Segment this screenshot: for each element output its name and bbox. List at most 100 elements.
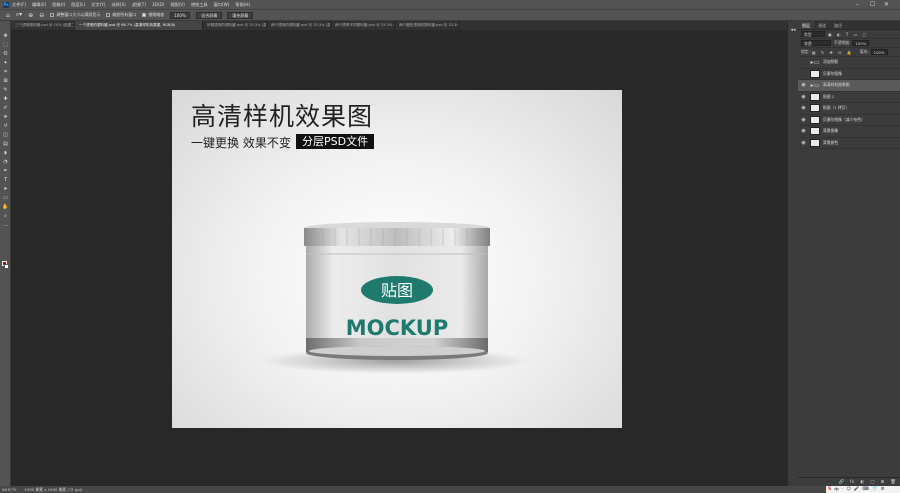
gradient-icon[interactable]: ▤ [0, 139, 11, 148]
ime-logo-icon[interactable]: S [828, 487, 831, 492]
ime-item-icon[interactable]: 👕 [872, 487, 878, 492]
visibility-eye-icon[interactable]: ◉ [800, 140, 807, 146]
rectangle-icon[interactable]: ▭ [0, 193, 11, 202]
layer-row[interactable]: ◉ 贴图 1 [798, 92, 900, 103]
layer-row[interactable]: ◉ 贝塞尔图像（减少杂色） [798, 115, 900, 126]
visibility-eye-icon[interactable]: ◉ [800, 94, 807, 100]
close-button[interactable]: ✕ [884, 0, 889, 9]
blend-mode-select[interactable]: 穿透 [801, 40, 831, 46]
layer-row[interactable]: ◉ 背景颜色 [798, 138, 900, 149]
adjustment-layer-icon[interactable]: ◐ [860, 480, 864, 485]
layer-row[interactable]: ◉ 贴图（1 拷贝） [798, 103, 900, 115]
maximize-button[interactable]: ☐ [870, 0, 875, 9]
opacity-label: 不透明度: [834, 40, 851, 45]
pen-icon[interactable]: ✒ [0, 166, 11, 175]
menu-item[interactable]: 文件(F) [12, 2, 26, 8]
layer-row[interactable]: 贝塞尔图像 [798, 69, 900, 80]
stamp-icon[interactable]: ⎈ [0, 112, 11, 121]
link-layers-icon[interactable]: 🔗 [838, 480, 844, 485]
layer-row[interactable]: ▸▭ 添加阴影 [798, 57, 900, 69]
menu-item[interactable]: 图像(I) [52, 2, 65, 8]
eyedropper-icon[interactable]: ✎ [0, 85, 11, 94]
document-tab[interactable]: 两个圆形透明的塑料罐.psd @ 33.3% (贴图, RGB/8) [395, 21, 459, 30]
zoom-out-icon[interactable]: ⊖ [39, 12, 44, 19]
menu-item[interactable]: 帮助(H) [235, 2, 250, 8]
hand-icon[interactable]: ✋ [0, 202, 11, 211]
zoom-icon[interactable]: ⌕ [0, 211, 11, 220]
brush-icon[interactable]: ✐ [0, 103, 11, 112]
visibility-eye-icon[interactable]: ◉ [800, 117, 807, 123]
document-canvas[interactable]: 高清样机效果图 一键更换 效果不变 分层PSD文件 贴图 MOCKUP [172, 90, 622, 428]
layer-row[interactable]: ◉ ▸▭ 高清样机效果图 [798, 80, 900, 92]
menu-item[interactable]: 图层(L) [71, 2, 85, 8]
menu-item[interactable]: 窗口(W) [214, 2, 230, 8]
frame-icon[interactable]: ⊠ [0, 76, 11, 85]
fx-icon[interactable]: fx [850, 480, 854, 485]
menu-item[interactable]: 滤镜(T) [132, 2, 146, 8]
fill-field[interactable]: 100% [870, 49, 888, 55]
status-bar: 66.67% 1500 像素 x 1090 像素 (72 ppi) [0, 486, 900, 493]
photoshop-logo-icon[interactable]: Ps [3, 1, 9, 8]
path-select-icon[interactable]: ➤ [0, 184, 11, 193]
zoom-all-checkbox[interactable]: 缩放所有窗口 [106, 12, 136, 18]
subline-text: 一键更换 效果不变 [191, 136, 291, 150]
visibility-eye-icon[interactable]: ◉ [800, 128, 807, 134]
visibility-eye-icon[interactable]: ◉ [800, 105, 807, 111]
type-icon[interactable]: T [0, 175, 11, 184]
layer-kind-filter[interactable]: 类型 [801, 31, 825, 37]
layer-name: 背景图像 [823, 128, 839, 134]
visibility-eye-icon[interactable]: ◉ [800, 82, 807, 88]
more-icon[interactable]: … [0, 220, 11, 229]
move-icon[interactable]: ✥ [0, 31, 11, 40]
fill-screen-button[interactable]: 填充屏幕 [227, 11, 254, 19]
panel-tab[interactable]: 通道 [814, 21, 830, 29]
ime-item-icon[interactable]: ⌨ [863, 487, 870, 492]
home-icon[interactable]: ⌂ [6, 12, 10, 19]
new-layer-icon[interactable]: ⊞ [881, 480, 885, 485]
status-zoom[interactable]: 66.67% [2, 487, 16, 492]
document-tab[interactable]: 好看透明的塑料罐.psd @ 33.3% (高清样机效果图, RGB/8) [203, 21, 267, 30]
lasso-icon[interactable]: ʘ [0, 49, 11, 58]
opacity-field[interactable]: 100% [852, 40, 870, 46]
background-color-swatch[interactable] [4, 264, 9, 269]
crop-icon[interactable]: ⌗ [0, 67, 11, 76]
document-tab[interactable]: 一个透明的塑料罐.psd @ 66.7% (高清样机效果图, RGB/8) [75, 21, 203, 30]
panel-tab[interactable]: 路径 [830, 21, 846, 29]
menu-item[interactable]: 增效工具 [191, 2, 208, 8]
mask-icon[interactable]: ▢ [870, 480, 874, 485]
zoom-in-icon[interactable]: ⊕ [28, 12, 33, 19]
ime-item-icon[interactable]: 🎤 [854, 487, 860, 492]
menu-item[interactable]: 编辑(E) [32, 2, 46, 8]
trash-icon[interactable]: 🗑 [890, 480, 896, 485]
panel-tab[interactable]: 图层 [798, 21, 814, 29]
eraser-icon[interactable]: ◫ [0, 130, 11, 139]
menu-item[interactable]: 视图(V) [170, 2, 185, 8]
blur-icon[interactable]: ◗ [0, 148, 11, 157]
healing-icon[interactable]: ✚ [0, 94, 11, 103]
lock-icons[interactable]: ▦ ✎ ✥ ⊡ 🔒 [812, 50, 854, 55]
history-brush-icon[interactable]: ↺ [0, 121, 11, 130]
dodge-icon[interactable]: ◔ [0, 157, 11, 166]
ime-item-icon[interactable]: · [842, 487, 843, 492]
document-tab[interactable]: 两个透明的塑料罐.psd @ 33.3% (高清样机效果图, RGB/8) [267, 21, 331, 30]
document-tab[interactable]: 两个透明不同塑料罐.psd @ 33.3% (贴图 1, RGB/8) [331, 21, 395, 30]
menu-item[interactable]: 3D(D) [152, 2, 164, 8]
marquee-icon[interactable]: ⬚ [0, 40, 11, 49]
ime-item-icon[interactable]: ☺ [846, 487, 851, 492]
layer-row[interactable]: ◉ 背景图像 [798, 126, 900, 138]
zoom-value-field[interactable]: 100% [170, 11, 191, 19]
minimize-button[interactable]: – [856, 0, 859, 9]
scrubby-zoom-checkbox[interactable]: 细微缩放 [142, 12, 164, 18]
mockup-text: MOCKUP [346, 316, 449, 340]
zoom-tool-icon[interactable]: ⌕▾ [16, 11, 22, 19]
fit-screen-button[interactable]: 适合屏幕 [196, 11, 223, 19]
ime-item-icon[interactable]: 中 [834, 487, 839, 493]
magic-wand-icon[interactable]: ✦ [0, 58, 11, 67]
resize-windows-checkbox[interactable]: 调整窗口大小以满屏显示 [50, 12, 100, 18]
document-tab[interactable]: 三个透明塑料罐.psd @ 10% (贴图二, RGB/8) [11, 21, 75, 30]
layer-filter-icons[interactable]: ▣ ◐ T ▭ ▢ [828, 32, 868, 37]
menu-item[interactable]: 选择(S) [111, 2, 125, 8]
ime-item-icon[interactable]: ⚙ [881, 487, 885, 492]
panel-collapse-icon[interactable]: ◂◂ [788, 27, 798, 33]
menu-item[interactable]: 文字(Y) [91, 2, 105, 8]
